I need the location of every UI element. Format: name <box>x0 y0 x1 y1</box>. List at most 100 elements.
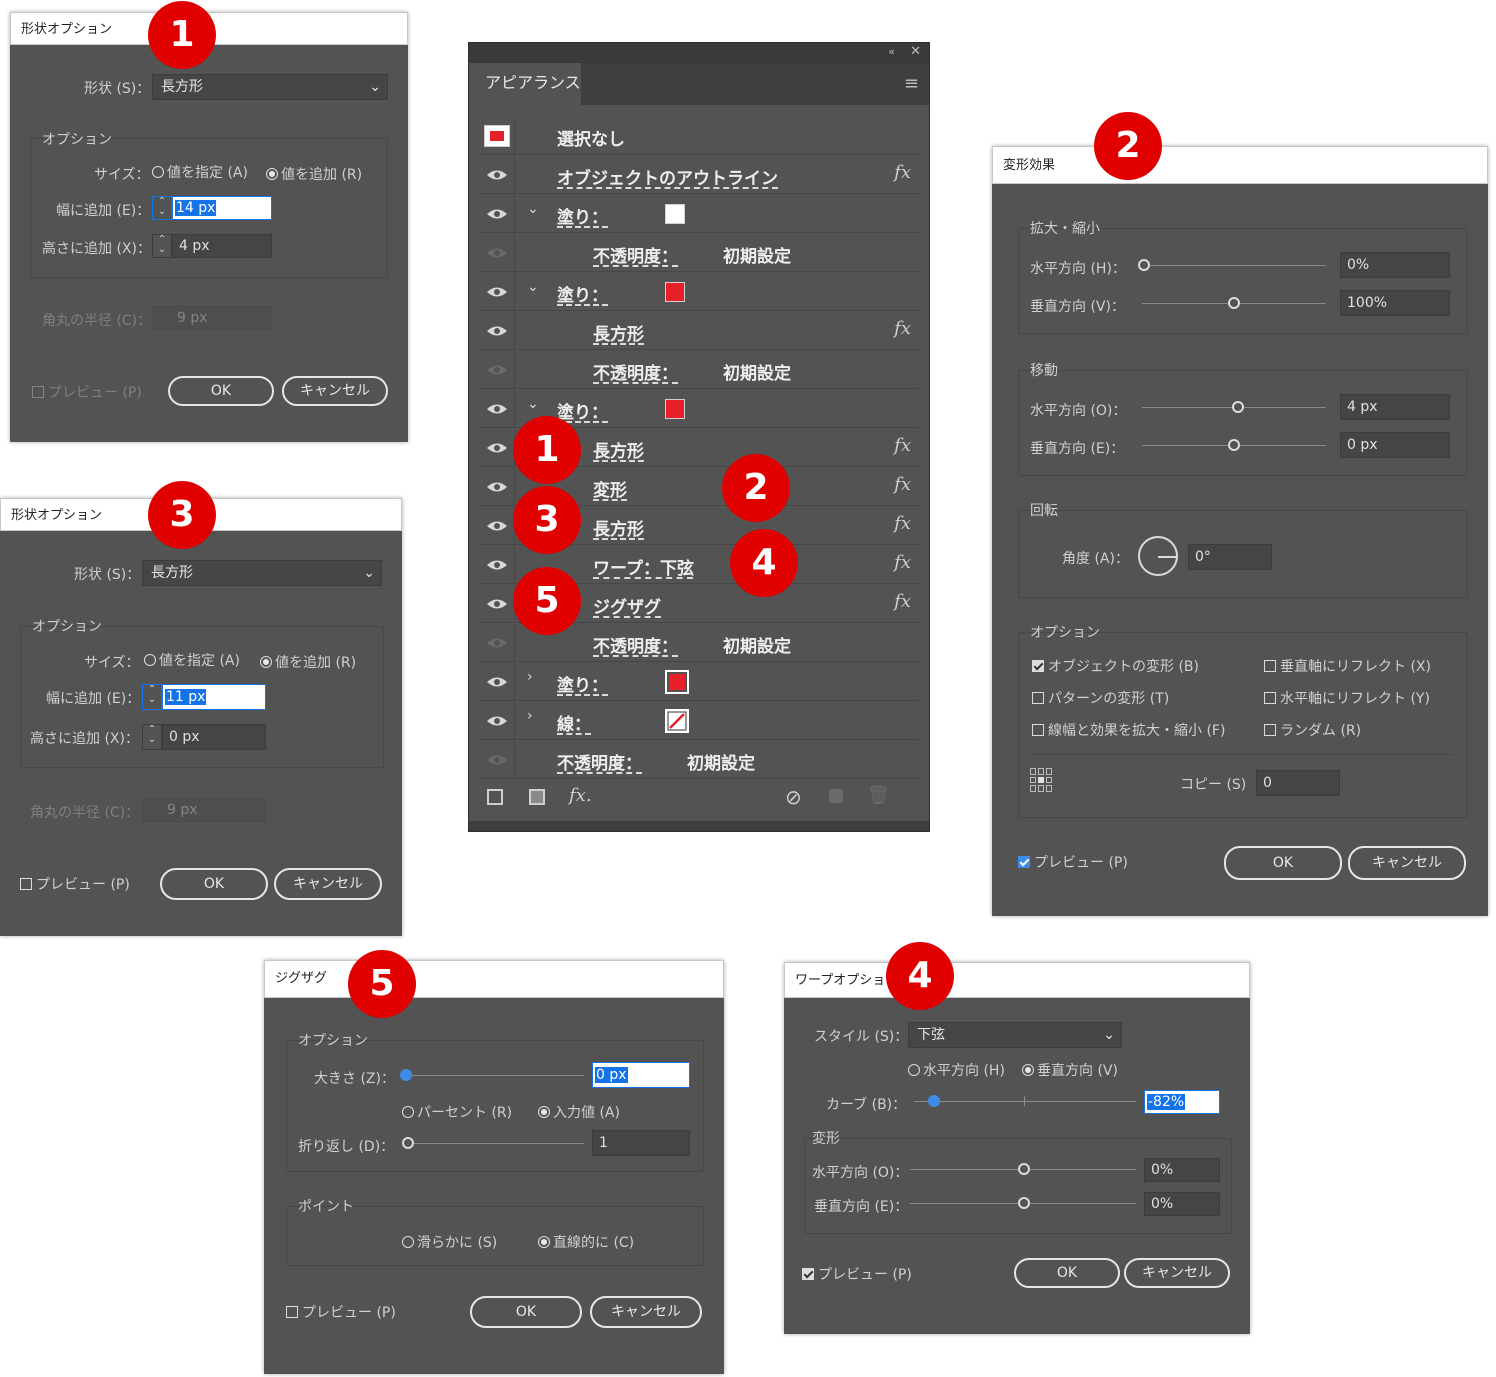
shape-select[interactable]: 長方形 ⌄ <box>152 74 388 100</box>
stroke-swatch[interactable] <box>665 709 689 733</box>
visibility-eye-icon[interactable] <box>479 429 515 467</box>
scale-h-knob[interactable] <box>1138 259 1150 271</box>
dist-h-knob[interactable] <box>1018 1163 1030 1175</box>
preview-checkbox[interactable]: プレビュー (P) <box>286 1302 396 1322</box>
appearance-row-label[interactable]: オブジェクトのアウトライン <box>557 164 778 189</box>
radio-vertical[interactable]: 垂直方向 (V) <box>1022 1060 1118 1080</box>
radio-add[interactable]: 値を追加 (R) <box>266 164 362 184</box>
fx-icon[interactable]: fx <box>894 474 911 495</box>
preview-checkbox[interactable]: プレビュー (P) <box>20 874 130 894</box>
appearance-row[interactable]: 選択なし <box>479 117 919 155</box>
appearance-row[interactable]: 不透明度： 初期設定 <box>479 234 919 272</box>
expand-chevron-icon[interactable]: ⌄ <box>527 201 539 217</box>
visibility-eye-icon[interactable] <box>479 624 515 662</box>
appearance-row-label[interactable]: 不透明度： <box>593 632 678 657</box>
bend-slider[interactable] <box>914 1101 1136 1102</box>
size-input[interactable]: 0 px <box>592 1062 690 1088</box>
collapse-icon[interactable]: « <box>888 45 895 58</box>
opt-stroke-checkbox[interactable]: 線幅と効果を拡大・縮小 (F) <box>1032 720 1225 740</box>
close-icon[interactable]: ✕ <box>910 44 921 59</box>
appearance-row-label[interactable]: 長方形 <box>593 320 644 345</box>
expand-chevron-icon[interactable]: ⌄ <box>527 396 539 412</box>
collapse-chevron-icon[interactable]: › <box>527 669 533 685</box>
move-v-input[interactable]: 0 px <box>1340 432 1450 458</box>
fx-icon[interactable]: fx <box>894 552 911 573</box>
fx-menu-icon[interactable]: fx. <box>569 785 592 806</box>
appearance-row[interactable]: › 線： <box>479 702 919 740</box>
radio-smooth[interactable]: 滑らかに (S) <box>402 1232 497 1252</box>
radio-corner[interactable]: 直線的に (C) <box>538 1232 634 1252</box>
resize-grip[interactable] <box>469 821 929 831</box>
appearance-row-label[interactable]: 不透明度： <box>593 242 678 267</box>
appearance-row-label[interactable]: 変形 <box>593 476 627 501</box>
clear-appearance-icon[interactable]: ⊘ <box>785 785 802 809</box>
radio-specify[interactable]: 値を指定 (A) <box>152 162 248 182</box>
ridges-slider[interactable] <box>408 1143 584 1144</box>
appearance-row-label[interactable]: 塗り： <box>557 281 608 306</box>
cancel-button[interactable]: キャンセル <box>282 376 388 406</box>
appearance-row-label[interactable]: 長方形 <box>593 515 644 540</box>
move-h-input[interactable]: 4 px <box>1340 394 1450 420</box>
scale-v-input[interactable]: 100% <box>1340 290 1450 316</box>
expand-chevron-icon[interactable]: ⌄ <box>527 279 539 295</box>
appearance-row[interactable]: › 塗り： <box>479 663 919 701</box>
visibility-eye-icon[interactable] <box>479 546 515 584</box>
scale-h-input[interactable]: 0% <box>1340 252 1450 278</box>
cancel-button[interactable]: キャンセル <box>274 868 382 900</box>
appearance-row[interactable]: ⌄ 塗り： <box>479 273 919 311</box>
move-v-knob[interactable] <box>1228 439 1240 451</box>
radio-percent[interactable]: パーセント (R) <box>402 1102 512 1122</box>
tab-appearance[interactable]: アピアランス <box>469 63 581 105</box>
height-input[interactable]: 4 px <box>172 234 272 258</box>
cancel-button[interactable]: キャンセル <box>590 1296 702 1328</box>
angle-dial-icon[interactable] <box>1138 536 1178 576</box>
fill-swatch[interactable] <box>665 670 689 694</box>
cancel-button[interactable]: キャンセル <box>1348 846 1466 880</box>
fx-icon[interactable]: fx <box>894 162 911 183</box>
appearance-row-label[interactable]: 塗り： <box>557 203 608 228</box>
shape-select[interactable]: 長方形 ⌄ <box>142 560 382 586</box>
size-knob[interactable] <box>400 1069 412 1081</box>
visibility-eye-icon[interactable] <box>479 351 515 389</box>
bend-knob[interactable] <box>928 1095 940 1107</box>
appearance-row-label[interactable]: 塗り： <box>557 398 608 423</box>
appearance-row[interactable]: オブジェクトのアウトライン fx <box>479 156 919 194</box>
move-h-knob[interactable] <box>1232 401 1244 413</box>
stepper-icon[interactable]: ⌃ ⌄ <box>152 196 172 220</box>
copies-input[interactable]: 0 <box>1256 770 1340 796</box>
angle-input[interactable]: 0° <box>1188 544 1272 570</box>
fx-icon[interactable]: fx <box>894 435 911 456</box>
collapse-chevron-icon[interactable]: › <box>527 708 533 724</box>
radio-specify[interactable]: 値を指定 (A) <box>144 650 240 670</box>
appearance-row[interactable]: ⌄ 塗り： <box>479 195 919 233</box>
preview-checkbox[interactable]: プレビュー (P) <box>1018 852 1128 872</box>
cancel-button[interactable]: キャンセル <box>1124 1258 1230 1288</box>
dist-v-knob[interactable] <box>1018 1197 1030 1209</box>
visibility-eye-icon[interactable] <box>479 741 515 779</box>
fx-icon[interactable]: fx <box>894 591 911 612</box>
ridges-input[interactable]: 1 <box>592 1130 690 1156</box>
width-input[interactable]: 14 px <box>172 196 272 220</box>
appearance-row-label[interactable]: 不透明度： <box>593 359 678 384</box>
stepper-icon[interactable]: ⌃ ⌄ <box>142 724 162 750</box>
scale-h-slider[interactable] <box>1142 265 1326 266</box>
appearance-row-label[interactable]: ワープ：下弦 <box>593 554 694 579</box>
panel-menu-icon[interactable]: ≡ <box>904 73 919 94</box>
visibility-eye-icon[interactable] <box>479 195 515 233</box>
radio-horizontal[interactable]: 水平方向 (H) <box>908 1060 1005 1080</box>
appearance-row[interactable]: 不透明度： 初期設定 <box>479 741 919 779</box>
opt-object-checkbox[interactable]: オブジェクトの変形 (B) <box>1032 656 1199 676</box>
opt-random-checkbox[interactable]: ランダム (R) <box>1264 720 1361 740</box>
appearance-row-label[interactable]: ジグザグ <box>593 593 661 618</box>
stepper-icon[interactable]: ⌃ ⌄ <box>142 684 162 710</box>
fx-icon[interactable]: fx <box>894 513 911 534</box>
visibility-eye-icon[interactable] <box>479 702 515 740</box>
visibility-eye-icon[interactable] <box>479 585 515 623</box>
add-stroke-icon[interactable] <box>487 789 503 805</box>
ok-button[interactable]: OK <box>1014 1258 1120 1288</box>
appearance-row-label[interactable]: 不透明度： <box>557 749 642 774</box>
visibility-eye-icon[interactable] <box>479 390 515 428</box>
fx-icon[interactable]: fx <box>894 318 911 339</box>
ok-button[interactable]: OK <box>160 868 268 900</box>
fill-swatch[interactable] <box>665 282 685 302</box>
